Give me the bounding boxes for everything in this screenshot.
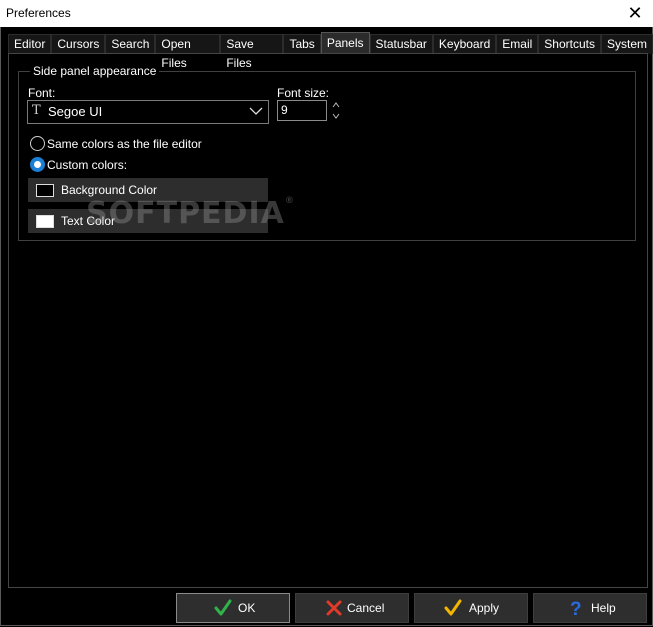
help-question-icon: ?	[570, 599, 582, 618]
group-label: Side panel appearance	[30, 64, 160, 78]
font-size-spinner-icon[interactable]	[330, 100, 342, 121]
text-color-swatch	[36, 215, 54, 228]
chevron-down-icon	[249, 107, 263, 115]
font-value: Segoe UI	[48, 104, 103, 119]
ok-button[interactable]: OK	[176, 593, 290, 623]
help-button[interactable]: ? Help	[533, 593, 647, 623]
tab-statusbar[interactable]: Statusbar	[369, 34, 433, 54]
tab-open-files[interactable]: Open Files	[155, 34, 221, 70]
svg-text:?: ?	[570, 599, 582, 618]
cancel-x-icon	[326, 600, 342, 616]
font-type-icon: T	[32, 103, 41, 118]
watermark-mark: ®	[284, 196, 295, 206]
apply-check-icon	[444, 599, 462, 616]
cancel-button[interactable]: Cancel	[295, 593, 409, 623]
tab-system[interactable]: System	[600, 34, 653, 54]
radio-same-colors-label[interactable]: Same colors as the file editor	[47, 137, 202, 151]
close-icon[interactable]: ✕	[625, 2, 645, 24]
apply-button[interactable]: Apply	[414, 593, 528, 623]
radio-custom-colors-label[interactable]: Custom colors:	[47, 158, 127, 172]
tab-email[interactable]: Email	[496, 34, 539, 54]
tab-editor[interactable]: Editor	[8, 34, 52, 54]
font-dropdown[interactable]: T Segoe UI	[27, 100, 269, 124]
title-bar: Preferences ✕	[0, 0, 653, 27]
tab-search[interactable]: Search	[105, 34, 156, 54]
tab-strip: Editor Cursors Search Open Files Save Fi…	[8, 32, 653, 70]
softpedia-watermark: SOFTPEDIA®	[86, 196, 295, 231]
ok-label: OK	[238, 601, 256, 615]
help-label: Help	[591, 601, 616, 615]
font-label: Font:	[28, 86, 56, 100]
tab-save-files[interactable]: Save Files	[220, 34, 284, 70]
tab-shortcuts[interactable]: Shortcuts	[538, 34, 601, 54]
tab-keyboard[interactable]: Keyboard	[432, 34, 497, 54]
radio-selected-dot	[34, 161, 41, 168]
cancel-label: Cancel	[347, 601, 385, 615]
watermark-text: SOFTPEDIA	[86, 196, 285, 231]
radio-custom-colors[interactable]	[30, 157, 45, 172]
apply-label: Apply	[469, 601, 500, 615]
font-size-input[interactable]: 9	[277, 100, 327, 121]
tab-cursors[interactable]: Cursors	[51, 34, 106, 54]
background-color-label: Background Color	[61, 183, 158, 197]
background-color-swatch	[36, 184, 54, 197]
radio-same-colors[interactable]	[30, 136, 45, 151]
checkmark-icon	[214, 599, 232, 616]
tab-tabs[interactable]: Tabs	[283, 34, 321, 54]
tab-panels[interactable]: Panels	[320, 32, 370, 54]
font-size-value: 9	[281, 103, 288, 117]
window-title: Preferences	[6, 6, 71, 20]
font-size-label: Font size:	[277, 86, 330, 100]
